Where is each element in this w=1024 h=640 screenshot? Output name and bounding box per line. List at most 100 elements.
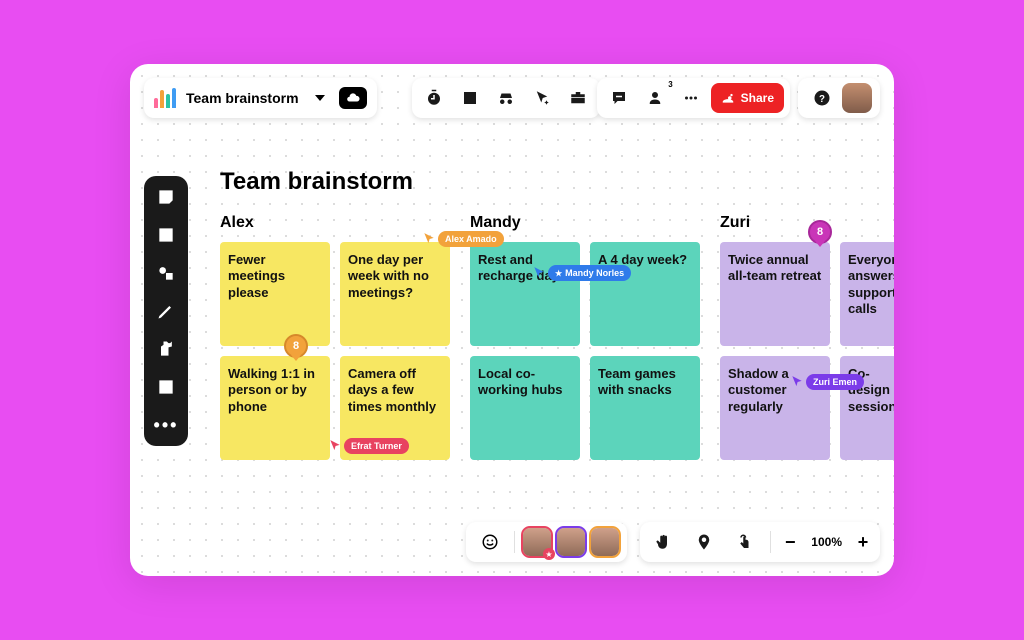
sticky-note[interactable]: One day per week with no meetings? (340, 242, 450, 346)
vote-pin[interactable]: 8 (284, 334, 308, 364)
vote-count: 8 (284, 334, 308, 358)
cursor-label: ★Mandy Norles (548, 265, 631, 281)
column-title[interactable]: Mandy (470, 214, 700, 232)
columns-container: Alex Fewer meetings please One day per w… (220, 214, 894, 470)
share-label: Share (741, 91, 774, 105)
pointer-button[interactable] (526, 82, 558, 114)
sticky-note-tool[interactable] (153, 184, 179, 210)
toolbox-button[interactable] (562, 82, 594, 114)
cursor-label: Alex Amado (438, 231, 504, 247)
image-tool[interactable] (153, 374, 179, 400)
cursor-sparkle-icon (533, 89, 551, 107)
hand-icon (655, 533, 673, 551)
sticky-note[interactable]: Local co-working hubs (470, 356, 580, 460)
participants-button[interactable]: 3 (639, 82, 671, 114)
sticky-note-icon (156, 187, 176, 207)
timer-button[interactable] (418, 82, 450, 114)
zoom-out-button[interactable]: − (781, 532, 799, 553)
cursor-label: Zuri Emen (806, 374, 864, 390)
chevron-down-icon[interactable] (315, 95, 325, 101)
tap-icon (735, 533, 753, 551)
column-title[interactable]: Alex (220, 214, 450, 232)
pen-tool[interactable] (153, 298, 179, 324)
remote-cursor-efrat: Efrat Turner (328, 438, 409, 454)
gesture-button[interactable] (728, 526, 760, 558)
shapes-icon (156, 263, 176, 283)
person-icon (646, 89, 664, 107)
smile-icon (481, 533, 499, 551)
checkbox-icon (461, 89, 479, 107)
more-menu-button[interactable] (675, 82, 707, 114)
dots-horizontal-icon (682, 89, 700, 107)
sticky-note[interactable]: Team games with snacks (590, 356, 700, 460)
sticky-note[interactable]: Twice annual all-team retreat (720, 242, 830, 346)
divider (770, 531, 771, 553)
pencil-icon (156, 301, 176, 321)
text-frame-icon (156, 225, 176, 245)
sticky-note[interactable]: Everyone answers support calls (840, 242, 894, 346)
vote-pin[interactable]: 8 (808, 220, 832, 250)
cursor-icon (532, 266, 546, 280)
board-name-dropdown[interactable]: Team brainstorm (186, 90, 299, 106)
column-alex: Alex Fewer meetings please One day per w… (220, 214, 450, 470)
tasks-button[interactable] (454, 82, 486, 114)
help-pill: ? (798, 78, 880, 118)
sticky-note[interactable]: Rest and recharge days (470, 242, 580, 346)
shapes-tool[interactable] (153, 260, 179, 286)
board-title[interactable]: Team brainstorm (220, 168, 894, 196)
cursor-label: Efrat Turner (344, 438, 409, 454)
board-name: Team brainstorm (186, 90, 299, 106)
left-toolbar: ••• (144, 176, 188, 446)
participant-count: 3 (668, 80, 672, 89)
text-tool[interactable] (153, 222, 179, 248)
divider (514, 531, 515, 553)
collab-pill: 3 Share (597, 78, 790, 118)
navigator-button[interactable] (688, 526, 720, 558)
user-avatar[interactable] (842, 83, 872, 113)
board-selector-bar: Team brainstorm (144, 78, 377, 118)
sticky-note[interactable]: Co-design sessions (840, 356, 894, 460)
llama-tool[interactable] (153, 336, 179, 362)
column-title[interactable]: Zuri (720, 214, 894, 232)
sticky-note[interactable]: Fewer meetings please (220, 242, 330, 346)
participants-bar (466, 522, 627, 562)
zoom-level[interactable]: 100% (807, 535, 846, 549)
chat-icon (610, 89, 628, 107)
column-zuri: Zuri 8 Twice annual all-team retreat Eve… (720, 214, 894, 470)
share-button[interactable]: Share (711, 83, 784, 113)
map-pin-icon (695, 533, 713, 551)
sync-status-button[interactable] (339, 87, 367, 109)
svg-text:?: ? (819, 94, 825, 105)
image-icon (156, 377, 176, 397)
comments-button[interactable] (603, 82, 635, 114)
sticky-note[interactable]: Shadow a customer regularly (720, 356, 830, 460)
participant-avatar[interactable] (523, 528, 551, 556)
canvas-content: Team brainstorm Alex Fewer meetings plea… (220, 168, 894, 576)
briefcase-icon (569, 89, 587, 107)
cursor-icon (328, 439, 342, 453)
incognito-button[interactable] (490, 82, 522, 114)
participant-avatar[interactable] (591, 528, 619, 556)
reactions-button[interactable] (474, 526, 506, 558)
hand-tool-button[interactable] (648, 526, 680, 558)
app-logo[interactable] (154, 88, 176, 108)
help-icon: ? (813, 89, 831, 107)
cursor-icon (790, 375, 804, 389)
llama-icon (156, 339, 176, 359)
top-right-cluster: 3 Share ? (597, 78, 880, 118)
help-button[interactable]: ? (806, 82, 838, 114)
view-controls-bar: − 100% + (640, 522, 880, 562)
incognito-icon (497, 89, 515, 107)
participant-avatar[interactable] (557, 528, 585, 556)
sticky-note[interactable]: A 4 day week? (590, 242, 700, 346)
remote-cursor-zuri: Zuri Emen (790, 374, 864, 390)
cursor-icon (422, 232, 436, 246)
top-tools-bar (412, 78, 600, 118)
cloud-check-icon (346, 91, 360, 105)
remote-cursor-mandy: ★Mandy Norles (532, 265, 631, 281)
more-tools-button[interactable]: ••• (153, 412, 179, 438)
share-icon (721, 91, 735, 105)
sticky-note[interactable]: Walking 1:1 in person or by phone (220, 356, 330, 460)
zoom-in-button[interactable]: + (854, 532, 872, 553)
stopwatch-icon (425, 89, 443, 107)
